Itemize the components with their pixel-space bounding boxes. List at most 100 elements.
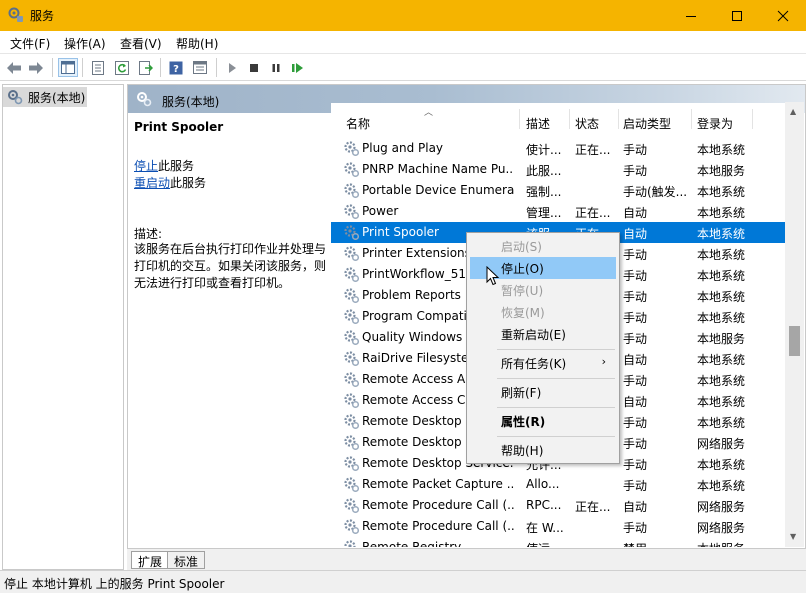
service-gear-icon	[344, 288, 360, 304]
service-startup-type: 手动	[623, 521, 648, 535]
service-startup-type: 自动	[623, 500, 648, 514]
back-icon	[7, 61, 21, 74]
table-row[interactable]: Remote Procedure Call (... 在 W... 手动 网络服务	[331, 516, 790, 537]
column-divider[interactable]	[519, 109, 520, 129]
ctx-stop-label: 停止(O)	[501, 262, 544, 276]
service-gear-icon	[344, 351, 360, 367]
column-header-startup-type[interactable]: 启动类型	[623, 115, 671, 132]
back-button[interactable]	[4, 58, 24, 77]
column-divider[interactable]	[618, 109, 619, 129]
service-gear-icon	[344, 372, 360, 388]
menu-bar: 文件(F) 操作(A) 查看(V) 帮助(H)	[0, 31, 806, 54]
stop-service-icon	[250, 63, 258, 72]
service-startup-type: 手动	[623, 311, 648, 325]
view-tabs: 扩展 标准	[127, 548, 806, 570]
ctx-separator	[497, 378, 615, 379]
service-name: Remote Registry	[362, 540, 462, 547]
column-divider[interactable]	[569, 109, 570, 129]
forward-button[interactable]	[26, 58, 46, 77]
stop-service-row: 停止此服务	[134, 157, 194, 174]
table-row[interactable]: PNRP Machine Name Pu... 此服... 手动 本地服务	[331, 159, 790, 180]
show-hide-tree-button[interactable]	[58, 58, 78, 77]
pause-service-button[interactable]	[266, 58, 286, 77]
table-row[interactable]: Portable Device Enumera... 强制... 手动(触发... 本…	[331, 180, 790, 201]
column-header-name[interactable]: 名称	[346, 115, 370, 132]
service-gear-icon	[344, 456, 360, 472]
close-button[interactable]	[760, 0, 806, 31]
restart-service-icon	[292, 62, 303, 73]
scroll-down-icon[interactable]: ▼	[790, 532, 796, 541]
ctx-help[interactable]: 帮助(H)	[470, 439, 616, 461]
service-logon-as: 网络服务	[697, 437, 746, 451]
service-description: RPC...	[526, 498, 562, 512]
column-divider[interactable]	[752, 109, 753, 129]
ctx-properties[interactable]: 属性(R)	[470, 410, 616, 432]
menu-view[interactable]: 查看(V)	[120, 35, 162, 52]
service-gear-icon	[344, 477, 360, 493]
vertical-scrollbar[interactable]: ▲ ▼	[785, 102, 804, 547]
service-logon-as: 本地系统	[697, 416, 746, 430]
ctx-start[interactable]: 启动(S)	[470, 235, 616, 257]
service-logon-as: 本地系统	[697, 227, 746, 241]
tab-extended[interactable]: 扩展	[131, 551, 170, 569]
restart-service-suffix: 此服务	[170, 176, 207, 190]
ctx-restart[interactable]: 重新启动(E)	[470, 323, 616, 345]
service-gear-icon	[344, 162, 360, 178]
service-startup-type: 手动	[623, 269, 648, 283]
ctx-resume-label: 恢复(M)	[501, 306, 545, 320]
toolbar-separator	[216, 58, 217, 77]
service-name: Remote Procedure Call (...	[362, 498, 514, 512]
table-row[interactable]: Remote Packet Capture ... Allo... 手动 本地系统	[331, 474, 790, 495]
service-startup-type: 手动	[623, 290, 648, 304]
ctx-all-tasks[interactable]: 所有任务(K) ›	[470, 352, 616, 374]
minimize-icon	[686, 15, 696, 17]
restart-service-button[interactable]	[288, 58, 308, 77]
menu-file[interactable]: 文件(F)	[10, 35, 50, 52]
table-row[interactable]: Remote Registry 使远... 禁用 本地服务	[331, 537, 790, 547]
stop-service-button[interactable]	[244, 58, 264, 77]
service-description: 使计...	[526, 143, 562, 157]
service-logon-as: 本地服务	[697, 540, 753, 547]
table-row[interactable]: Plug and Play 使计... 正在... 手动 本地系统	[331, 138, 790, 159]
minimize-button[interactable]	[668, 0, 714, 31]
column-divider[interactable]	[691, 109, 692, 129]
start-service-button[interactable]	[222, 58, 242, 77]
table-row[interactable]: Power 管理... 正在... 自动 本地系统	[331, 201, 790, 222]
service-description: 管理...	[526, 206, 562, 220]
maximize-icon	[732, 10, 742, 21]
ctx-all-tasks-label: 所有任务(K)	[501, 357, 567, 371]
export-list-button[interactable]	[136, 58, 156, 77]
restart-service-link[interactable]: 重启动	[134, 176, 170, 190]
service-gear-icon	[344, 309, 360, 325]
menu-action[interactable]: 操作(A)	[64, 35, 106, 52]
service-logon-as: 网络服务	[697, 500, 746, 514]
scroll-up-icon[interactable]: ▲	[790, 107, 796, 116]
column-header-status[interactable]: 状态	[575, 115, 599, 132]
svg-text:?: ?	[173, 64, 179, 75]
service-status: 正在...	[575, 143, 611, 157]
service-name: Remote Packet Capture ...	[362, 477, 514, 491]
tab-standard[interactable]: 标准	[167, 551, 206, 569]
ctx-properties-label: 属性(R)	[501, 415, 546, 429]
service-name: Plug and Play	[362, 141, 444, 155]
table-row[interactable]: Remote Procedure Call (... RPC... 正在... 自动 网…	[331, 495, 790, 516]
ctx-pause-label: 暂停(U)	[501, 284, 544, 298]
service-startup-type: 手动	[623, 374, 648, 388]
menu-help[interactable]: 帮助(H)	[176, 35, 218, 52]
ctx-refresh[interactable]: 刷新(F)	[470, 381, 616, 403]
service-description: 强制...	[526, 185, 562, 199]
scrollbar-thumb[interactable]	[789, 326, 800, 356]
column-header-logon-as[interactable]: 登录为	[697, 115, 733, 132]
help-button[interactable]: ?	[166, 58, 186, 77]
service-logon-as: 本地系统	[697, 374, 746, 388]
maximize-button[interactable]	[714, 0, 760, 31]
refresh-button[interactable]	[112, 58, 132, 77]
properties-button[interactable]	[88, 58, 108, 77]
tree-item-services-local[interactable]: 服务(本地)	[3, 87, 87, 107]
column-header-description[interactable]: 描述	[526, 115, 550, 132]
ctx-refresh-label: 刷新(F)	[501, 386, 542, 400]
console-tree-button[interactable]	[190, 58, 210, 77]
stop-service-link[interactable]: 停止	[134, 159, 158, 173]
ctx-resume[interactable]: 恢复(M)	[470, 301, 616, 323]
service-status: 正在...	[575, 500, 611, 514]
